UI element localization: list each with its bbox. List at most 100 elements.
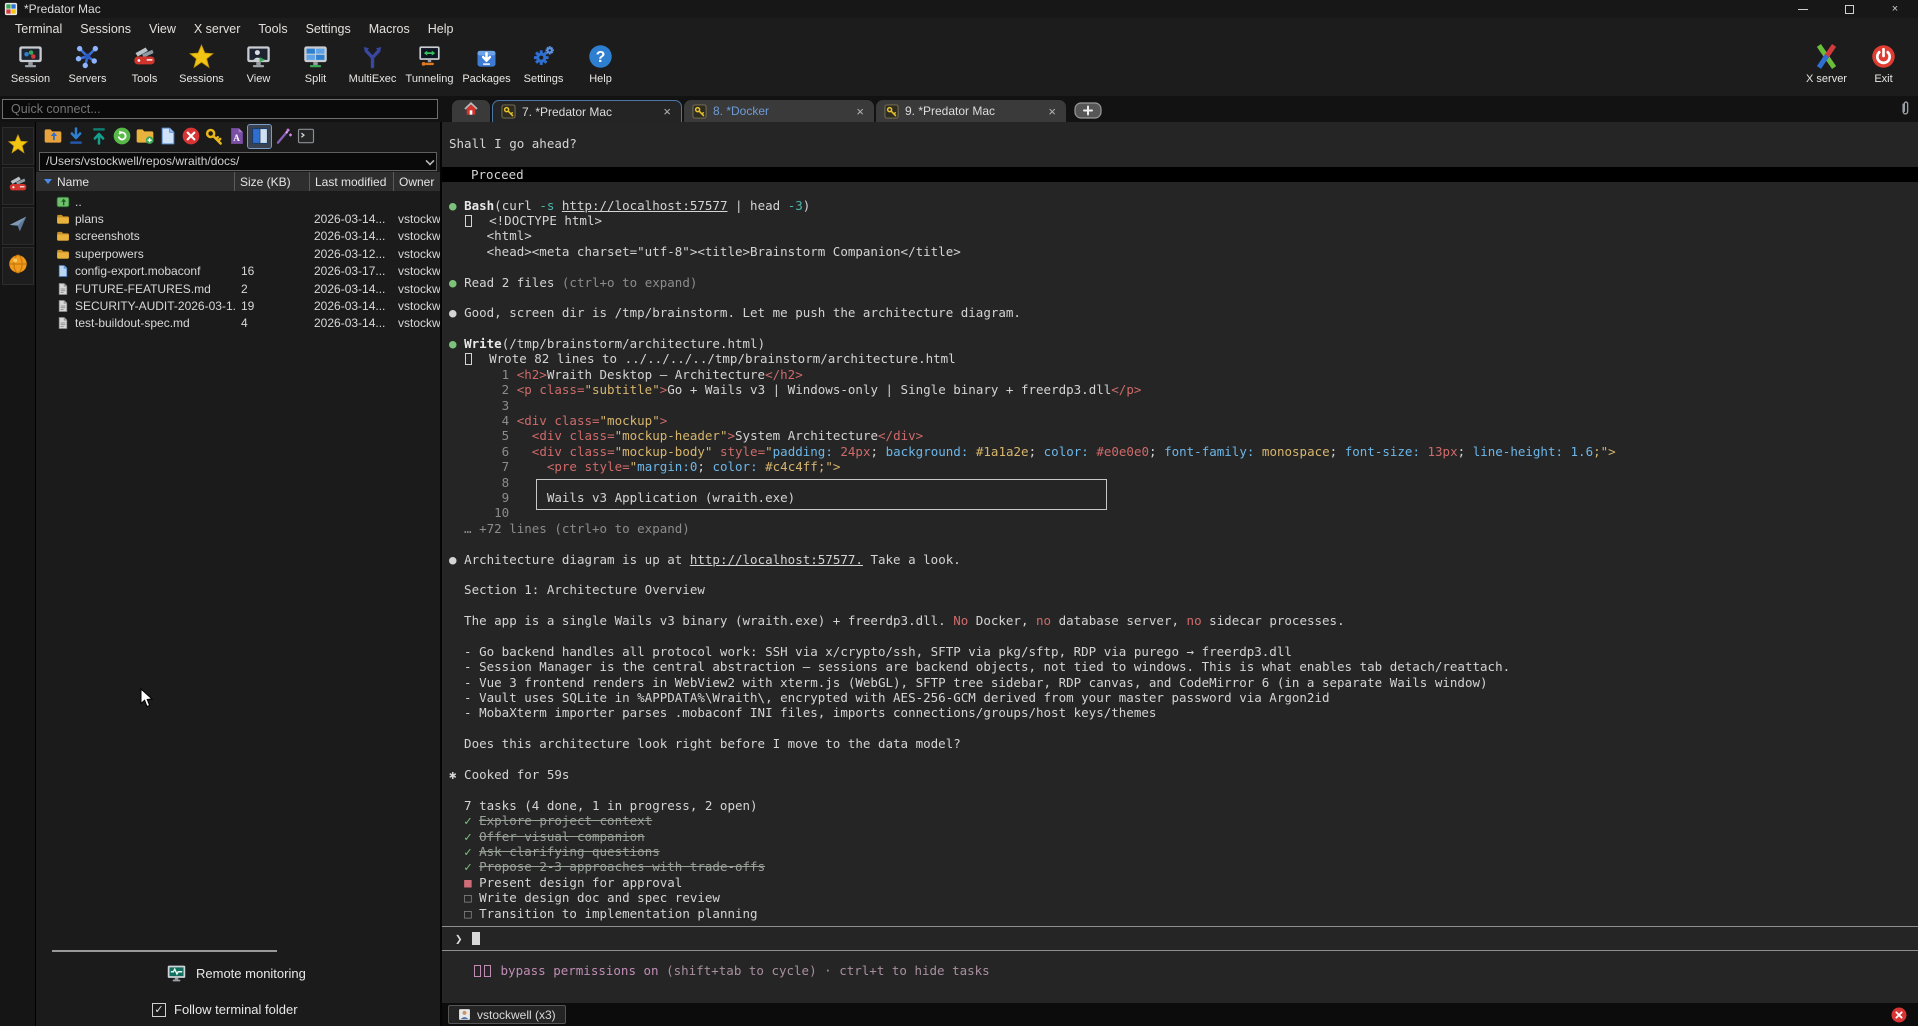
menu-bar: TerminalSessionsViewX serverToolsSetting… <box>0 18 1918 40</box>
close-icon[interactable]: × <box>854 104 866 119</box>
toolbar-view-button[interactable]: View <box>230 41 287 85</box>
terminal-tab-7-predator-mac[interactable]: 7. *Predator Mac × <box>492 100 682 122</box>
new-folder-button[interactable] <box>133 125 156 148</box>
permissions-status-line: bypass permissions on (shift+tab to cycl… <box>449 963 1918 978</box>
parent-dir-button[interactable] <box>41 125 64 148</box>
path-input[interactable] <box>39 152 437 171</box>
terminal-line: … +72 lines (ctrl+o to expand) <box>449 521 1918 536</box>
knife-icon <box>7 173 29 200</box>
terminal-line: <html> <box>449 228 1918 243</box>
terminal-line: ■ Present design for approval <box>449 875 1918 890</box>
font-file-button[interactable]: A <box>225 125 248 148</box>
terminal-line: <!DOCTYPE html> <box>449 213 1918 228</box>
toolbar-tunneling-button[interactable]: Tunneling <box>401 41 458 85</box>
key-button[interactable] <box>202 125 225 148</box>
sidebar-star-button[interactable] <box>2 127 34 165</box>
page-gray-icon <box>56 316 70 330</box>
terminal-line: Wrote 82 lines to ../../../../tmp/brains… <box>449 351 1918 366</box>
close-button[interactable]: × <box>1872 0 1918 18</box>
toolbar-label: Help <box>589 73 612 85</box>
upload-button[interactable] <box>87 125 110 148</box>
prompt-input-box[interactable]: ❯ <box>442 926 1918 951</box>
tab-home[interactable] <box>452 100 490 122</box>
column-header-last-modified[interactable]: Last modified <box>310 172 394 191</box>
delete-button[interactable] <box>179 125 202 148</box>
maximize-button[interactable] <box>1826 0 1872 18</box>
file-row[interactable]: plans2026-03-14...vstockw <box>36 210 440 227</box>
terminal-tab-8-docker[interactable]: 8. *Docker × <box>684 100 874 122</box>
sidebar-knife-button[interactable] <box>2 167 34 205</box>
column-header-name[interactable]: Name <box>36 172 235 191</box>
refresh-button[interactable] <box>110 125 133 148</box>
terminal-line: □ Write design doc and spec review <box>449 890 1918 905</box>
window-controls: × <box>1780 0 1918 18</box>
missing-glyph-box <box>465 353 472 365</box>
remote-monitoring-button[interactable]: Remote monitoring <box>166 963 306 984</box>
file-row[interactable]: screenshots2026-03-14...vstockw <box>36 228 440 245</box>
toolbar-multiexec-button[interactable]: MultiExec <box>344 41 401 85</box>
terminal-line: - Session Manager is the central abstrac… <box>449 659 1918 674</box>
toolbar-exit-button[interactable]: Exit <box>1855 41 1912 85</box>
terminal-line: 9 Wails v3 Application (wraith.exe) <box>449 490 1918 505</box>
menu-settings[interactable]: Settings <box>297 20 360 38</box>
menu-terminal[interactable]: Terminal <box>6 20 71 38</box>
follow-terminal-folder-checkbox[interactable]: ✓ <box>152 1003 166 1017</box>
minimize-button[interactable] <box>1780 0 1826 18</box>
toolbar-servers-button[interactable]: Servers <box>59 41 116 85</box>
terminal-button-button[interactable] <box>294 125 317 148</box>
file-row[interactable]: test-buildout-spec.md42026-03-14...vstoc… <box>36 315 440 332</box>
close-icon[interactable]: × <box>661 104 673 119</box>
status-bar-session-tab[interactable]: vstockwell (x3) <box>448 1005 566 1024</box>
menu-help[interactable]: Help <box>419 20 463 38</box>
wand-button[interactable] <box>271 125 294 148</box>
terminal[interactable]: Shall I go ahead? Proceed ● Bash(curl -s… <box>442 122 1918 1003</box>
new-file-button[interactable] <box>156 125 179 148</box>
menu-view[interactable]: View <box>140 20 185 38</box>
toolbar-split-button[interactable]: Split <box>287 41 344 85</box>
terminal-line: 6 <div class="mockup-body" style="paddin… <box>449 444 1918 459</box>
menu-macros[interactable]: Macros <box>360 20 419 38</box>
bottom-status-bar: vstockwell (x3) <box>442 1003 1918 1026</box>
tunneling-icon <box>416 43 443 70</box>
terminal-line: - Vue 3 frontend renders in WebView2 wit… <box>449 675 1918 690</box>
close-session-icon[interactable] <box>1890 1006 1908 1024</box>
exit-icon <box>1870 43 1897 70</box>
toolbar-tools-button[interactable]: Tools <box>116 41 173 85</box>
paperclip-icon[interactable] <box>1896 98 1914 120</box>
toolbar-session-button[interactable]: Session <box>2 41 59 85</box>
tab-label: 8. *Docker <box>713 104 769 118</box>
terminal-line: Section 1: Architecture Overview <box>449 582 1918 597</box>
file-row[interactable]: superpowers2026-03-12...vstockw <box>36 245 440 262</box>
toolbar-settings-button[interactable]: Settings <box>515 41 572 85</box>
toolbar-packages-button[interactable]: Packages <box>458 41 515 85</box>
column-header-size-kb-[interactable]: Size (KB) <box>235 172 310 191</box>
dual-pane-button[interactable] <box>248 125 271 148</box>
sidebar-plane-button[interactable] <box>2 207 34 245</box>
quick-connect-input[interactable] <box>2 99 438 119</box>
terminal-line <box>449 182 1918 197</box>
file-table-header: NameSize (KB)Last modifiedOwner <box>36 172 440 191</box>
terminal-tab-9-predator-mac[interactable]: 9. *Predator Mac× <box>876 100 1066 122</box>
menu-tools[interactable]: Tools <box>249 20 296 38</box>
column-header-owner[interactable]: Owner <box>394 172 440 191</box>
close-icon[interactable]: × <box>1046 104 1058 119</box>
file-row[interactable]: config-export.mobaconf162026-03-17...vst… <box>36 263 440 280</box>
file-size: 2 <box>235 282 310 296</box>
file-modified: 2026-03-14... <box>310 299 394 313</box>
toolbar-x-server-button[interactable]: X server <box>1798 41 1855 85</box>
menu-sessions[interactable]: Sessions <box>71 20 140 38</box>
menu-x-server[interactable]: X server <box>185 20 250 38</box>
file-row[interactable]: FUTURE-FEATURES.md22026-03-14...vstockw <box>36 280 440 297</box>
download-button[interactable] <box>64 125 87 148</box>
prompt-symbol: ❯ <box>455 931 463 946</box>
toolbar-help-button[interactable]: ?Help <box>572 41 629 85</box>
toolbar-sessions-button[interactable]: Sessions <box>173 41 230 85</box>
toolbar-label: Session <box>11 73 50 85</box>
sidebar-globe-button[interactable] <box>2 247 34 285</box>
file-row[interactable]: .. <box>36 193 440 210</box>
tab-label: 7. *Predator Mac <box>522 105 612 119</box>
new-tab-button[interactable] <box>1074 102 1102 119</box>
terminal-line: 5 <div class="mockup-header">System Arch… <box>449 428 1918 443</box>
file-row[interactable]: SECURITY-AUDIT-2026-03-1...192026-03-14.… <box>36 297 440 314</box>
key-icon <box>692 104 707 119</box>
